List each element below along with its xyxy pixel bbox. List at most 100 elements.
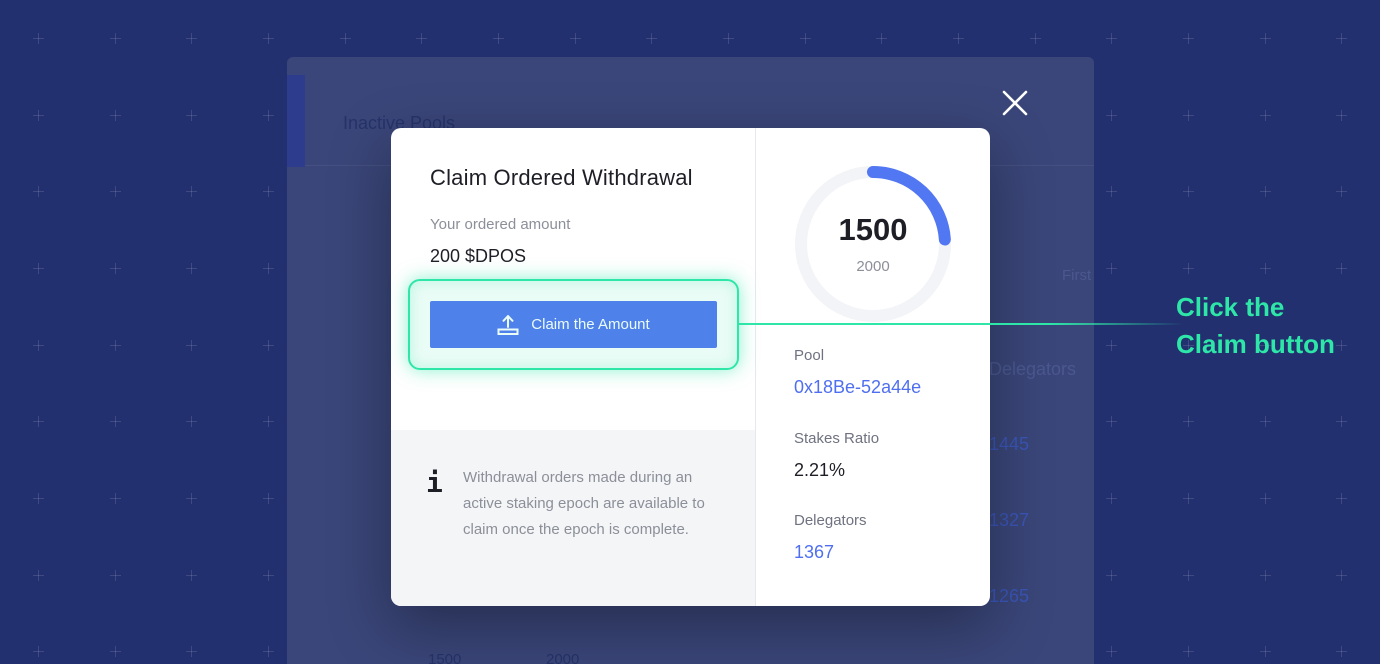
- background-plus-mark: [1336, 340, 1347, 351]
- background-plus-mark: [1260, 186, 1271, 197]
- background-plus-mark: [186, 416, 197, 427]
- background-plus-mark: [110, 340, 121, 351]
- background-plus-mark: [1260, 493, 1271, 504]
- background-plus-mark: [953, 33, 964, 44]
- modal-title: Claim Ordered Withdrawal: [430, 165, 693, 190]
- close-icon: [1002, 90, 1028, 116]
- ordered-amount-label: Your ordered amount: [430, 216, 571, 233]
- background-plus-mark: [1183, 493, 1194, 504]
- background-plus-mark: [186, 33, 197, 44]
- background-plus-mark: [1106, 570, 1117, 581]
- background-plus-mark: [110, 570, 121, 581]
- callout-text: Click the Claim button: [1176, 289, 1335, 363]
- background-plus-mark: [263, 33, 274, 44]
- background-plus-mark: [1183, 416, 1194, 427]
- background-plus-mark: [1106, 416, 1117, 427]
- background-plus-mark: [33, 110, 44, 121]
- background-plus-mark: [33, 263, 44, 274]
- background-plus-mark: [1106, 646, 1117, 657]
- background-plus-mark: [570, 33, 581, 44]
- callout-line-1: Click the: [1176, 292, 1285, 322]
- background-plus-mark: [110, 33, 121, 44]
- background-plus-mark: [263, 416, 274, 427]
- background-plus-mark: [263, 646, 274, 657]
- background-cell: 1265: [989, 586, 1030, 606]
- pool-address-link[interactable]: 0x18Be-52a44e: [794, 377, 921, 398]
- background-delegators-header: Delegators: [989, 359, 1077, 379]
- modal-divider: [755, 128, 756, 606]
- background-plus-mark: [1106, 186, 1117, 197]
- background-plus-mark: [33, 186, 44, 197]
- background-plus-mark: [33, 646, 44, 657]
- background-plus-mark: [263, 186, 274, 197]
- background-plus-mark: [416, 33, 427, 44]
- gauge-total: 2000: [856, 258, 890, 275]
- background-plus-mark: [1183, 570, 1194, 581]
- background-plus-mark: [110, 263, 121, 274]
- background-plus-mark: [263, 493, 274, 504]
- stakes-ratio-label: Stakes Ratio: [794, 430, 880, 447]
- background-plus-mark: [1183, 33, 1194, 44]
- background-plus-mark: [1260, 263, 1271, 274]
- background-plus-mark: [646, 33, 657, 44]
- background-plus-mark: [1106, 110, 1117, 121]
- background-plus-mark: [110, 646, 121, 657]
- background-plus-mark: [33, 570, 44, 581]
- background-plus-mark: [1336, 186, 1347, 197]
- callout-connector-line: [739, 323, 1184, 325]
- background-plus-mark: [1260, 416, 1271, 427]
- background-plus-mark: [1183, 110, 1194, 121]
- background-plus-mark: [110, 110, 121, 121]
- background-accent-bar: [287, 75, 305, 167]
- background-plus-mark: [1260, 646, 1271, 657]
- background-plus-mark: [186, 186, 197, 197]
- background-plus-mark: [876, 33, 887, 44]
- background-plus-mark: [33, 33, 44, 44]
- background-plus-mark: [1106, 263, 1117, 274]
- background-plus-mark: [186, 646, 197, 657]
- delegators-link[interactable]: 1367: [794, 542, 834, 563]
- background-plus-mark: [186, 493, 197, 504]
- background-plus-mark: [340, 33, 351, 44]
- delegators-label: Delegators: [794, 512, 867, 529]
- info-icon: i: [426, 466, 443, 499]
- background-plus-mark: [1260, 110, 1271, 121]
- background-plus-mark: [1183, 646, 1194, 657]
- background-first-label: First: [1062, 267, 1092, 284]
- background-plus-mark: [1336, 33, 1347, 44]
- background-plus-mark: [263, 340, 274, 351]
- background-plus-mark: [1260, 33, 1271, 44]
- background-plus-mark: [263, 110, 274, 121]
- background-plus-mark: [186, 570, 197, 581]
- stakes-ratio-value: 2.21%: [794, 460, 846, 480]
- background-plus-mark: [186, 110, 197, 121]
- background-plus-mark: [723, 33, 734, 44]
- background-cell: 1327: [989, 510, 1030, 530]
- background-plus-mark: [1106, 493, 1117, 504]
- background-plus-mark: [110, 493, 121, 504]
- background-plus-mark: [1336, 110, 1347, 121]
- background-plus-mark: [1336, 646, 1347, 657]
- claim-button-highlight: [408, 279, 739, 370]
- background-footer-value: 2000: [546, 651, 580, 664]
- pool-label: Pool: [794, 347, 825, 364]
- background-plus-mark: [1336, 493, 1347, 504]
- background-plus-mark: [110, 416, 121, 427]
- background-plus-mark: [186, 340, 197, 351]
- background-plus-mark: [263, 263, 274, 274]
- background-plus-mark: [1183, 186, 1194, 197]
- background-plus-mark: [186, 263, 197, 274]
- gauge-value: 1500: [838, 212, 908, 247]
- background-plus-mark: [1336, 570, 1347, 581]
- background-plus-mark: [33, 416, 44, 427]
- background-cell: 1445: [989, 434, 1030, 454]
- callout-line-2: Claim button: [1176, 329, 1335, 359]
- ordered-amount-value: 200 $DPOS: [430, 246, 527, 266]
- background-plus-mark: [1336, 263, 1347, 274]
- background-plus-mark: [800, 33, 811, 44]
- background-footer-value: 1500: [428, 651, 462, 664]
- background-plus-mark: [1106, 33, 1117, 44]
- close-button[interactable]: [999, 87, 1031, 119]
- info-text: Withdrawal orders made during an active …: [463, 469, 705, 538]
- background-plus-mark: [1336, 416, 1347, 427]
